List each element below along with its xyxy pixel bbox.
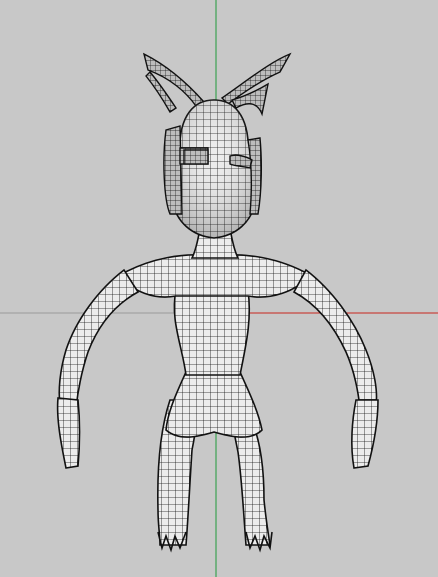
headset-left-cup[interactable]	[163, 125, 183, 215]
viewport-canvas[interactable]	[0, 0, 438, 577]
torso-mesh[interactable]	[173, 289, 251, 376]
3d-viewport[interactable]	[0, 0, 438, 577]
headset-mic	[183, 149, 209, 165]
